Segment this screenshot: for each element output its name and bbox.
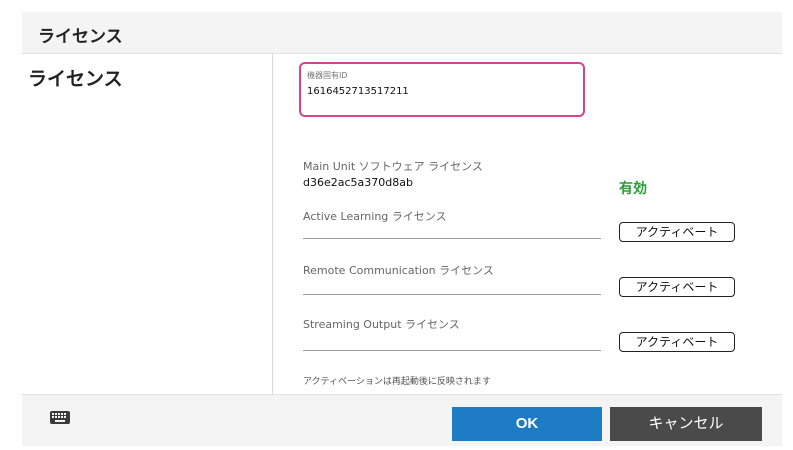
streaming-output-activate-button[interactable]: アクティベート [619,332,735,352]
streaming-output-license-label: Streaming Output ライセンス [303,318,460,331]
main-unit-license-status: 有効 [619,181,647,197]
ok-button[interactable]: OK [452,407,602,441]
cancel-button[interactable]: キャンセル [610,407,762,441]
remote-communication-license-label: Remote Communication ライセンス [303,264,494,277]
main-unit-license-key: d36e2ac5a370d8ab [303,176,413,189]
device-id-value: 1616452713517211 [307,86,409,97]
left-pane: ライセンス [22,54,272,394]
device-id-field[interactable]: 機器固有ID 1616452713517211 [299,62,585,117]
active-learning-activate-button[interactable]: アクティベート [619,222,735,242]
dialog-footer: OK キャンセル [22,394,782,446]
main-unit-license-label: Main Unit ソフトウェア ライセンス [303,160,483,173]
title-bar: ライセンス [22,12,782,54]
license-dialog: ライセンス ライセンス 機器固有ID 1616452713517211 Main… [22,12,782,446]
streaming-output-license-input[interactable] [303,350,601,351]
active-learning-license-label: Active Learning ライセンス [303,210,447,223]
activation-note: アクティベーションは再起動後に反映されます [303,377,491,387]
window-title: ライセンス [38,27,123,47]
active-learning-license-input[interactable] [303,238,601,239]
right-pane: 機器固有ID 1616452713517211 Main Unit ソフトウェア… [273,54,782,394]
remote-communication-license-input[interactable] [303,294,601,295]
remote-communication-activate-button[interactable]: アクティベート [619,277,735,297]
keyboard-icon[interactable] [50,411,70,424]
section-title: ライセンス [28,68,123,90]
device-id-caption: 機器固有ID [307,71,348,80]
